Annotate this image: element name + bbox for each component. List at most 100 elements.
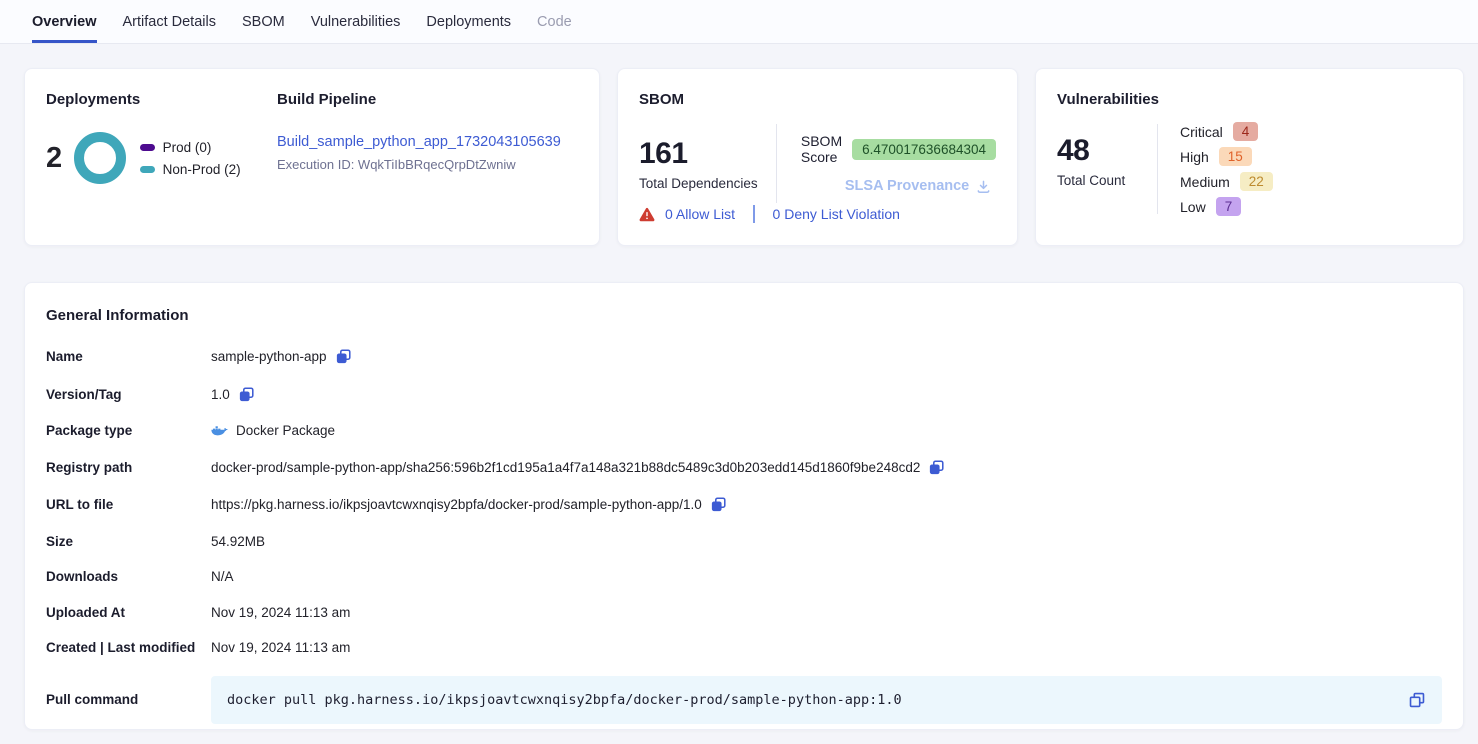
severity-row-medium: Medium 22 [1180, 172, 1273, 191]
tab-deployments[interactable]: Deployments [426, 0, 511, 43]
prod-swatch-icon [140, 144, 155, 151]
info-label: URL to file [46, 497, 211, 512]
info-label: Version/Tag [46, 387, 211, 402]
legend-item-prod: Prod (0) [140, 140, 241, 155]
info-label: Downloads [46, 569, 211, 584]
severity-label: Critical [1180, 124, 1223, 140]
info-label: Name [46, 349, 211, 364]
build-pipeline-title: Build Pipeline [277, 91, 578, 108]
severity-label: Medium [1180, 174, 1230, 190]
version-tag-value: 1.0 [211, 387, 230, 402]
allow-list-link[interactable]: 0 Allow List [665, 206, 735, 222]
deployments-section: Deployments 2 Prod (0) Non-Prod (2) [46, 91, 277, 223]
copy-registry-path-button[interactable] [928, 459, 945, 476]
info-row-created-modified: Created | Last modified Nov 19, 2024 11:… [46, 640, 1442, 655]
info-row-registry-path: Registry path docker-prod/sample-python-… [46, 459, 1442, 476]
copy-version-button[interactable] [238, 386, 255, 403]
info-label: Package type [46, 423, 211, 438]
warning-icon [639, 207, 655, 222]
vulnerabilities-title: Vulnerabilities [1057, 91, 1442, 108]
sbom-total-block: 161 Total Dependencies [639, 137, 776, 191]
copy-name-button[interactable] [335, 348, 352, 365]
build-pipeline-link[interactable]: Build_sample_python_app_1732043105639 [277, 134, 561, 150]
deployments-card: Deployments 2 Prod (0) Non-Prod (2) [24, 68, 600, 246]
sbom-score-label: SBOM Score [801, 133, 842, 165]
deployments-legend: Prod (0) Non-Prod (2) [140, 140, 241, 177]
sbom-body: 161 Total Dependencies SBOM Score 6.4700… [639, 122, 996, 205]
vulnerabilities-card: Vulnerabilities 48 Total Count Critical … [1035, 68, 1464, 246]
download-icon [976, 179, 991, 194]
tab-vulnerabilities[interactable]: Vulnerabilities [311, 0, 401, 43]
slsa-provenance-label: SLSA Provenance [845, 178, 969, 194]
url-to-file-value: https://pkg.harness.io/ikpsjoavtcwxnqisy… [211, 497, 702, 512]
sbom-policy-row: 0 Allow List 0 Deny List Violation [639, 205, 996, 223]
docker-icon [211, 424, 228, 438]
page-content: Deployments 2 Prod (0) Non-Prod (2) [0, 44, 1478, 730]
info-row-url: URL to file https://pkg.harness.io/ikpsj… [46, 496, 1442, 513]
info-label: Size [46, 534, 211, 549]
vulnerabilities-total-label: Total Count [1057, 173, 1157, 188]
legend-item-nonprod: Non-Prod (2) [140, 162, 241, 177]
vulnerabilities-total-block: 48 Total Count [1057, 122, 1157, 216]
severity-list: Critical 4 High 15 Medium 22 Low 7 [1158, 122, 1273, 216]
deployments-donut-chart [74, 132, 126, 184]
general-information-card: General Information Name sample-python-a… [24, 282, 1464, 730]
info-row-version: Version/Tag 1.0 [46, 386, 1442, 403]
copy-outline-icon [1408, 691, 1426, 709]
info-row-downloads: Downloads N/A [46, 569, 1442, 584]
policy-links-separator [753, 205, 755, 223]
deployments-title: Deployments [46, 91, 277, 108]
severity-count-badge: 15 [1219, 147, 1252, 166]
deployments-summary: 2 Prod (0) Non-Prod (2) [46, 132, 277, 184]
sbom-card: SBOM 161 Total Dependencies SBOM Score 6… [617, 68, 1018, 246]
info-label: Registry path [46, 460, 211, 475]
pull-command-text: docker pull pkg.harness.io/ikpsjoavtcwxn… [227, 692, 902, 708]
tab-artifact-details[interactable]: Artifact Details [123, 0, 216, 43]
nonprod-swatch-icon [140, 166, 155, 173]
severity-row-low: Low 7 [1180, 197, 1273, 216]
info-label: Uploaded At [46, 605, 211, 620]
copy-pull-command-button[interactable] [1408, 691, 1426, 709]
info-row-package-type: Package type Docker Package [46, 423, 1442, 438]
legend-label-nonprod: Non-Prod (2) [163, 162, 241, 177]
severity-count-badge: 4 [1233, 122, 1259, 141]
severity-label: Low [1180, 199, 1206, 215]
registry-path-value: docker-prod/sample-python-app/sha256:596… [211, 460, 920, 475]
package-type-value: Docker Package [236, 423, 335, 438]
info-row-size: Size 54.92MB [46, 534, 1442, 549]
tab-bar: Overview Artifact Details SBOM Vulnerabi… [0, 0, 1478, 44]
copy-url-button[interactable] [710, 496, 727, 513]
info-row-pull-command: Pull command docker pull pkg.harness.io/… [46, 676, 1442, 724]
vulnerabilities-total-count: 48 [1057, 134, 1157, 168]
info-row-uploaded-at: Uploaded At Nov 19, 2024 11:13 am [46, 605, 1442, 620]
severity-count-badge: 22 [1240, 172, 1273, 191]
vulnerabilities-body: 48 Total Count Critical 4 High 15 Medium [1057, 122, 1442, 216]
size-value: 54.92MB [211, 534, 265, 549]
sbom-score-badge: 6.470017636684304 [852, 139, 996, 160]
sbom-score-row: SBOM Score 6.470017636684304 [801, 133, 996, 165]
copy-icon [335, 348, 352, 365]
tab-code: Code [537, 0, 572, 43]
execution-id-text: Execution ID: WqkTiIbBRqecQrpDtZwniw [277, 157, 578, 172]
downloads-value: N/A [211, 569, 234, 584]
deny-list-link[interactable]: 0 Deny List Violation [773, 206, 900, 222]
artifact-name-value: sample-python-app [211, 349, 327, 364]
info-row-name: Name sample-python-app [46, 348, 1442, 365]
sbom-score-block: SBOM Score 6.470017636684304 SLSA Proven… [777, 133, 996, 194]
tab-overview[interactable]: Overview [32, 0, 97, 43]
sbom-total-count: 161 [639, 137, 776, 171]
pull-command-box: docker pull pkg.harness.io/ikpsjoavtcwxn… [211, 676, 1442, 724]
deployments-total-count: 2 [46, 142, 62, 175]
legend-label-prod: Prod (0) [163, 140, 212, 155]
slsa-provenance-link[interactable]: SLSA Provenance [845, 178, 996, 194]
copy-icon [710, 496, 727, 513]
tab-sbom[interactable]: SBOM [242, 0, 285, 43]
copy-icon [238, 386, 255, 403]
created-modified-value: Nov 19, 2024 11:13 am [211, 640, 350, 655]
summary-cards-row: Deployments 2 Prod (0) Non-Prod (2) [24, 68, 1464, 246]
sbom-total-label: Total Dependencies [639, 176, 776, 191]
severity-count-badge: 7 [1216, 197, 1242, 216]
info-label: Created | Last modified [46, 640, 211, 655]
severity-label: High [1180, 149, 1209, 165]
general-information-title: General Information [46, 307, 1442, 324]
